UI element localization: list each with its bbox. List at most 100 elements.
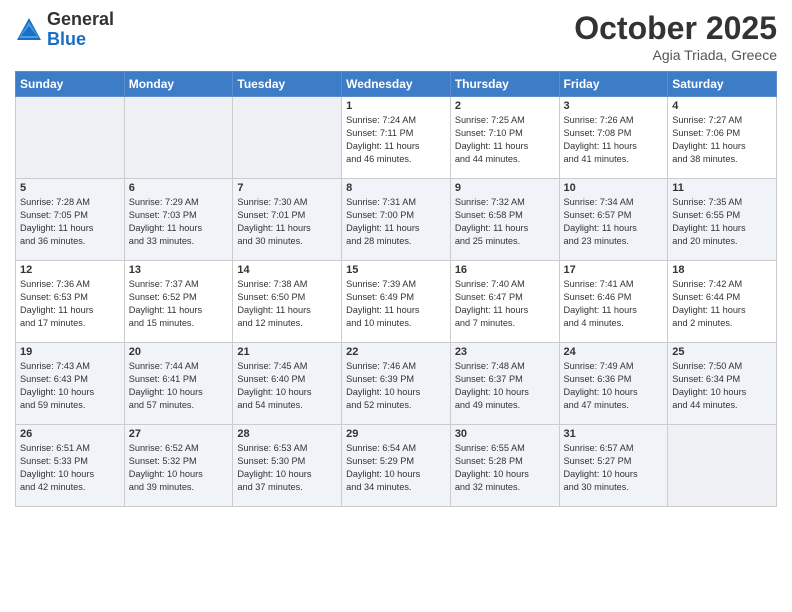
table-row: 19 Sunrise: 7:43 AM Sunset: 6:43 PM Dayli…: [16, 343, 125, 425]
logo-icon: [15, 16, 43, 44]
table-row: 5 Sunrise: 7:28 AM Sunset: 7:05 PM Daylig…: [16, 179, 125, 261]
col-wednesday: Wednesday: [342, 72, 451, 97]
day-info: Sunrise: 7:50 AM Sunset: 6:34 PM Dayligh…: [672, 360, 772, 412]
day-number: 29: [346, 428, 446, 440]
day-number: 1: [346, 100, 446, 112]
day-info: Sunrise: 7:28 AM Sunset: 7:05 PM Dayligh…: [20, 196, 120, 248]
day-info: Sunrise: 6:57 AM Sunset: 5:27 PM Dayligh…: [564, 442, 664, 494]
table-row: 4 Sunrise: 7:27 AM Sunset: 7:06 PM Daylig…: [668, 97, 777, 179]
day-number: 8: [346, 182, 446, 194]
calendar-header-row: Sunday Monday Tuesday Wednesday Thursday…: [16, 72, 777, 97]
day-number: 10: [564, 182, 664, 194]
day-number: 18: [672, 264, 772, 276]
table-row: 7Sunrise: 7:30 AM Sunset: 7:01 PM Daylig…: [233, 179, 342, 261]
day-info: Sunrise: 7:48 AM Sunset: 6:37 PM Dayligh…: [455, 360, 555, 412]
day-number: 19: [20, 346, 120, 358]
day-number: 28: [237, 428, 337, 440]
day-info: Sunrise: 7:40 AM Sunset: 6:47 PM Dayligh…: [455, 278, 555, 330]
table-row: 24Sunrise: 7:49 AM Sunset: 6:36 PM Dayli…: [559, 343, 668, 425]
day-number: 6: [129, 182, 229, 194]
day-info: Sunrise: 7:44 AM Sunset: 6:41 PM Dayligh…: [129, 360, 229, 412]
title-block: October 2025 Agia Triada, Greece: [574, 10, 777, 63]
day-number: 3: [564, 100, 664, 112]
table-row: 8 Sunrise: 7:31 AM Sunset: 7:00 PM Daylig…: [342, 179, 451, 261]
table-row: 6 Sunrise: 7:29 AM Sunset: 7:03 PM Daylig…: [124, 179, 233, 261]
table-row: 13 Sunrise: 7:37 AM Sunset: 6:52 PM Dayli…: [124, 261, 233, 343]
day-info: Sunrise: 7:36 AM Sunset: 6:53 PM Dayligh…: [20, 278, 120, 330]
day-info: Sunrise: 7:31 AM Sunset: 7:00 PM Dayligh…: [346, 196, 446, 248]
table-row: 18 Sunrise: 7:42 AM Sunset: 6:44 PM Dayli…: [668, 261, 777, 343]
table-row: [233, 97, 342, 179]
day-info: Sunrise: 7:25 AM Sunset: 7:10 PM Dayligh…: [455, 114, 555, 166]
col-monday: Monday: [124, 72, 233, 97]
calendar: Sunday Monday Tuesday Wednesday Thursday…: [15, 71, 777, 507]
day-info: Sunrise: 6:55 AM Sunset: 5:28 PM Dayligh…: [455, 442, 555, 494]
day-info: Sunrise: 7:27 AM Sunset: 7:06 PM Dayligh…: [672, 114, 772, 166]
day-number: 11: [672, 182, 772, 194]
table-row: 3 Sunrise: 7:26 AM Sunset: 7:08 PM Daylig…: [559, 97, 668, 179]
day-number: 26: [20, 428, 120, 440]
day-number: 14: [237, 264, 337, 276]
table-row: 16 Sunrise: 7:40 AM Sunset: 6:47 PM Dayli…: [450, 261, 559, 343]
table-row: 21Sunrise: 7:45 AM Sunset: 6:40 PM Dayli…: [233, 343, 342, 425]
table-row: [668, 425, 777, 507]
day-info: Sunrise: 7:38 AM Sunset: 6:50 PM Dayligh…: [237, 278, 337, 330]
header: General Blue October 2025 Agia Triada, G…: [15, 10, 777, 63]
day-info: Sunrise: 7:41 AM Sunset: 6:46 PM Dayligh…: [564, 278, 664, 330]
table-row: 27Sunrise: 6:52 AM Sunset: 5:32 PM Dayli…: [124, 425, 233, 507]
logo-blue: Blue: [47, 29, 86, 49]
col-thursday: Thursday: [450, 72, 559, 97]
table-row: 17Sunrise: 7:41 AM Sunset: 6:46 PM Dayli…: [559, 261, 668, 343]
day-number: 16: [455, 264, 555, 276]
day-info: Sunrise: 7:46 AM Sunset: 6:39 PM Dayligh…: [346, 360, 446, 412]
calendar-week-row: 19 Sunrise: 7:43 AM Sunset: 6:43 PM Dayli…: [16, 343, 777, 425]
day-info: Sunrise: 7:26 AM Sunset: 7:08 PM Dayligh…: [564, 114, 664, 166]
page: General Blue October 2025 Agia Triada, G…: [0, 0, 792, 612]
day-number: 15: [346, 264, 446, 276]
day-info: Sunrise: 7:30 AM Sunset: 7:01 PM Dayligh…: [237, 196, 337, 248]
col-saturday: Saturday: [668, 72, 777, 97]
day-number: 5: [20, 182, 120, 194]
calendar-week-row: 12Sunrise: 7:36 AM Sunset: 6:53 PM Dayli…: [16, 261, 777, 343]
month-year: October 2025: [574, 10, 777, 47]
day-number: 30: [455, 428, 555, 440]
day-info: Sunrise: 7:37 AM Sunset: 6:52 PM Dayligh…: [129, 278, 229, 330]
table-row: 28Sunrise: 6:53 AM Sunset: 5:30 PM Dayli…: [233, 425, 342, 507]
day-number: 22: [346, 346, 446, 358]
day-number: 13: [129, 264, 229, 276]
day-info: Sunrise: 7:42 AM Sunset: 6:44 PM Dayligh…: [672, 278, 772, 330]
table-row: 2 Sunrise: 7:25 AM Sunset: 7:10 PM Daylig…: [450, 97, 559, 179]
table-row: 14 Sunrise: 7:38 AM Sunset: 6:50 PM Dayli…: [233, 261, 342, 343]
logo-text: General Blue: [47, 10, 114, 50]
table-row: [124, 97, 233, 179]
day-number: 24: [564, 346, 664, 358]
table-row: 23Sunrise: 7:48 AM Sunset: 6:37 PM Dayli…: [450, 343, 559, 425]
table-row: 12Sunrise: 7:36 AM Sunset: 6:53 PM Dayli…: [16, 261, 125, 343]
day-info: Sunrise: 7:35 AM Sunset: 6:55 PM Dayligh…: [672, 196, 772, 248]
day-info: Sunrise: 7:43 AM Sunset: 6:43 PM Dayligh…: [20, 360, 120, 412]
day-info: Sunrise: 7:29 AM Sunset: 7:03 PM Dayligh…: [129, 196, 229, 248]
day-info: Sunrise: 7:32 AM Sunset: 6:58 PM Dayligh…: [455, 196, 555, 248]
table-row: 20 Sunrise: 7:44 AM Sunset: 6:41 PM Dayli…: [124, 343, 233, 425]
calendar-week-row: 5 Sunrise: 7:28 AM Sunset: 7:05 PM Daylig…: [16, 179, 777, 261]
table-row: 25Sunrise: 7:50 AM Sunset: 6:34 PM Dayli…: [668, 343, 777, 425]
table-row: 11 Sunrise: 7:35 AM Sunset: 6:55 PM Dayli…: [668, 179, 777, 261]
day-number: 21: [237, 346, 337, 358]
day-info: Sunrise: 7:24 AM Sunset: 7:11 PM Dayligh…: [346, 114, 446, 166]
logo: General Blue: [15, 10, 114, 50]
table-row: [16, 97, 125, 179]
calendar-week-row: 1 Sunrise: 7:24 AM Sunset: 7:11 PM Daylig…: [16, 97, 777, 179]
table-row: 1 Sunrise: 7:24 AM Sunset: 7:11 PM Daylig…: [342, 97, 451, 179]
day-info: Sunrise: 6:52 AM Sunset: 5:32 PM Dayligh…: [129, 442, 229, 494]
table-row: 15Sunrise: 7:39 AM Sunset: 6:49 PM Dayli…: [342, 261, 451, 343]
col-tuesday: Tuesday: [233, 72, 342, 97]
day-number: 2: [455, 100, 555, 112]
logo-general: General: [47, 9, 114, 29]
table-row: 26Sunrise: 6:51 AM Sunset: 5:33 PM Dayli…: [16, 425, 125, 507]
table-row: 29Sunrise: 6:54 AM Sunset: 5:29 PM Dayli…: [342, 425, 451, 507]
col-sunday: Sunday: [16, 72, 125, 97]
calendar-week-row: 26Sunrise: 6:51 AM Sunset: 5:33 PM Dayli…: [16, 425, 777, 507]
table-row: 31Sunrise: 6:57 AM Sunset: 5:27 PM Dayli…: [559, 425, 668, 507]
day-number: 4: [672, 100, 772, 112]
day-number: 20: [129, 346, 229, 358]
